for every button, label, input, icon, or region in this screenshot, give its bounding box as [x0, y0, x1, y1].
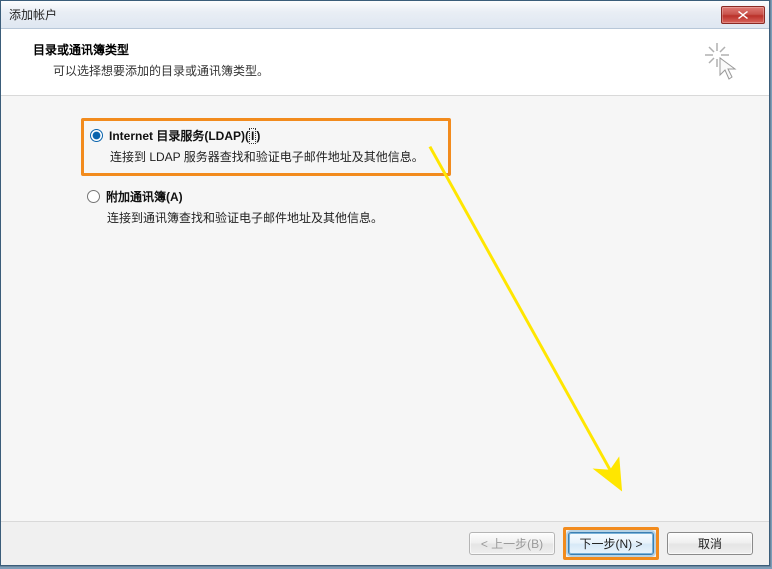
next-button-highlight: 下一步(N) > [563, 527, 659, 560]
option-additional-addressbook[interactable]: 附加通讯簿(A) 连接到通讯簿查找和验证电子邮件地址及其他信息。 [81, 182, 451, 234]
option-ldap[interactable]: Internet 目录服务(LDAP)(I) 连接到 LDAP 服务器查找和验证… [81, 118, 451, 176]
option-ldap-label: Internet 目录服务(LDAP)(I) [109, 127, 260, 144]
radio-ldap[interactable] [90, 129, 103, 142]
back-button: < 上一步(B) [469, 532, 555, 555]
wizard-footer: < 上一步(B) 下一步(N) > 取消 [1, 521, 769, 565]
window-title: 添加帐户 [9, 6, 721, 23]
option-additional-description: 连接到通讯簿查找和验证电子邮件地址及其他信息。 [107, 209, 443, 226]
header-title: 目录或通讯簿类型 [33, 41, 701, 58]
cursor-star-icon [701, 41, 745, 85]
wizard-body: Internet 目录服务(LDAP)(I) 连接到 LDAP 服务器查找和验证… [1, 96, 769, 521]
next-button[interactable]: 下一步(N) > [568, 532, 654, 555]
option-additional-label: 附加通讯簿(A) [106, 190, 183, 204]
wizard-header: 目录或通讯簿类型 可以选择想要添加的目录或通讯簿类型。 [1, 29, 769, 96]
cancel-button[interactable]: 取消 [667, 532, 753, 555]
titlebar: 添加帐户 [1, 1, 769, 29]
radio-additional-addressbook[interactable] [87, 190, 100, 203]
header-subtitle: 可以选择想要添加的目录或通讯簿类型。 [53, 62, 701, 79]
close-icon [738, 11, 748, 19]
close-button[interactable] [721, 6, 765, 24]
option-ldap-description: 连接到 LDAP 服务器查找和验证电子邮件地址及其他信息。 [110, 148, 440, 165]
add-account-dialog: 添加帐户 目录或通讯簿类型 可以选择想要添加的目录或通讯簿类型。 [0, 0, 770, 566]
